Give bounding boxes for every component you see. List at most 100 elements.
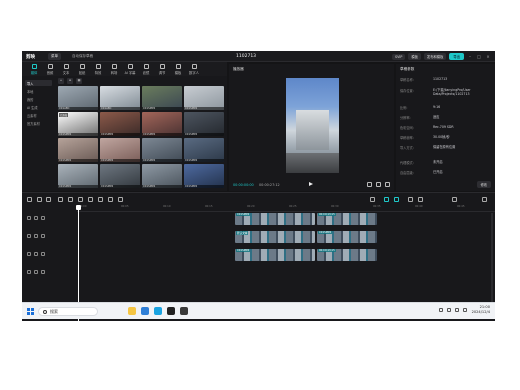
template-button[interactable]: 模板 <box>408 53 421 60</box>
media-thumb[interactable]: C01SMP4 <box>100 164 140 188</box>
edge-icon[interactable] <box>141 307 149 315</box>
media-thumb[interactable]: C01SMP4 <box>184 112 224 136</box>
time-ruler[interactable]: 00:00 00:05 00:10 00:15 00:20 00:25 00:3… <box>77 205 495 212</box>
lock-icon[interactable] <box>27 252 31 256</box>
media-thumb[interactable]: C01SMP4 <box>184 164 224 188</box>
link-icon[interactable] <box>394 197 399 202</box>
redo-icon[interactable] <box>46 197 51 202</box>
network-icon[interactable] <box>447 308 451 312</box>
tab-effects[interactable]: 特效 <box>92 62 104 76</box>
speaker-icon[interactable] <box>41 234 45 238</box>
eye-icon[interactable] <box>34 216 38 220</box>
media-thumb[interactable]: C01SMP4 <box>184 138 224 162</box>
zoom-in-icon[interactable] <box>452 197 457 202</box>
media-thumb[interactable]: C01SMP4 <box>184 86 224 110</box>
maximize-icon[interactable]: □ <box>476 54 482 60</box>
media-thumb[interactable]: C01ABC <box>58 86 98 110</box>
svip-button[interactable]: SVIP <box>392 53 406 60</box>
app-icon[interactable] <box>154 307 162 315</box>
split-left-icon[interactable] <box>68 197 73 202</box>
taskbar-search[interactable]: 搜索 <box>38 307 98 316</box>
battery-icon[interactable] <box>463 308 467 312</box>
select-tool-icon[interactable] <box>27 197 32 202</box>
fit-icon[interactable] <box>482 197 487 202</box>
sidebar-item-import[interactable]: 导入 <box>25 80 52 86</box>
undo-icon[interactable] <box>37 197 42 202</box>
eye-icon[interactable] <box>34 270 38 274</box>
tab-templates[interactable]: 模板 <box>172 62 184 76</box>
export-button[interactable]: 导出 <box>449 53 464 60</box>
import-icon[interactable]: + <box>58 78 64 84</box>
view-toggle-icon[interactable]: ▦ <box>76 78 82 84</box>
sort-icon[interactable]: ≡ <box>67 78 73 84</box>
minimize-icon[interactable]: – <box>467 54 473 60</box>
publish-button[interactable]: 发布和模板 <box>423 53 447 60</box>
zoom-out-icon[interactable] <box>418 197 423 202</box>
media-thumb[interactable]: 已添加 C01SMP4 <box>58 112 98 136</box>
lock-icon[interactable] <box>27 216 31 220</box>
eye-icon[interactable] <box>34 234 38 238</box>
tab-digital-human[interactable]: 数字人 <box>188 62 200 76</box>
close-icon[interactable]: × <box>485 54 491 60</box>
media-thumb[interactable]: C01ABC <box>100 86 140 110</box>
sidebar-item-official[interactable]: 官方素材 <box>25 120 52 126</box>
tab-transitions[interactable]: 转场 <box>108 62 120 76</box>
media-thumb[interactable]: C01SMP4 <box>100 138 140 162</box>
media-thumb[interactable]: C01SMP4 <box>142 112 182 136</box>
sidebar-item-mine[interactable]: 我的 <box>25 96 52 102</box>
snap-icon[interactable] <box>384 197 389 202</box>
eye-icon[interactable] <box>34 252 38 256</box>
volume-icon[interactable] <box>455 308 459 312</box>
menu-button[interactable]: 菜单 <box>48 53 61 60</box>
timeline-scrollbar[interactable] <box>491 213 493 313</box>
mirror-icon[interactable] <box>108 197 113 202</box>
timeline-clip[interactable]: C01SMP4 <box>235 249 315 261</box>
media-thumb[interactable]: C01SMP4 <box>142 86 182 110</box>
tab-stickers[interactable]: 贴纸 <box>76 62 88 76</box>
media-thumb[interactable]: C01SMP4 <box>58 138 98 162</box>
windows-start-icon[interactable] <box>27 308 34 315</box>
mic-icon[interactable] <box>370 197 375 202</box>
sidebar-item-cloud[interactable]: 云素材 <box>25 112 52 118</box>
play-icon[interactable] <box>309 182 313 186</box>
tab-adjust[interactable]: 调节 <box>156 62 168 76</box>
media-thumb[interactable]: C01SMP4 <box>100 112 140 136</box>
video-preview[interactable] <box>286 78 339 173</box>
timeline-clip[interactable]: C01SMP4 <box>235 213 315 225</box>
media-thumb[interactable]: C01SMP4 <box>58 164 98 188</box>
delete-icon[interactable] <box>88 197 93 202</box>
crop-tool-icon[interactable] <box>118 197 123 202</box>
tab-media[interactable]: 媒体 <box>28 62 40 76</box>
jianying-taskbar-icon[interactable] <box>167 307 175 315</box>
timeline-clip[interactable]: 00:00:13:15 <box>317 213 377 225</box>
lock-icon[interactable] <box>27 234 31 238</box>
fullscreen-icon[interactable] <box>385 182 390 187</box>
speaker-icon[interactable] <box>41 252 45 256</box>
media-thumb[interactable]: C01SMP4 <box>142 138 182 162</box>
speaker-icon[interactable] <box>41 270 45 274</box>
file-explorer-icon[interactable] <box>128 307 136 315</box>
split-icon[interactable] <box>58 197 63 202</box>
media-thumb[interactable]: C01SMP4 <box>142 164 182 188</box>
sidebar-item-local[interactable]: 本地 <box>25 88 52 94</box>
tray-chevron-icon[interactable] <box>439 308 443 312</box>
freeze-icon[interactable] <box>98 197 103 202</box>
crop-icon[interactable] <box>376 182 381 187</box>
speaker-icon[interactable] <box>41 216 45 220</box>
timeline-clip[interactable]: C01SMP4 <box>317 231 377 243</box>
tab-filters[interactable]: 滤镜 <box>140 62 152 76</box>
timeline-clip[interactable]: 默认文本 <box>235 231 315 243</box>
preview-axis-icon[interactable] <box>408 197 413 202</box>
app-icon[interactable] <box>180 307 188 315</box>
tab-ai-captions[interactable]: AI 字幕 <box>124 62 136 76</box>
tab-audio[interactable]: 音频 <box>44 62 56 76</box>
timeline-clip[interactable]: 00:00:13:15 <box>317 249 377 261</box>
ratio-icon[interactable] <box>367 182 372 187</box>
edit-settings-button[interactable]: 修改 <box>476 181 491 188</box>
sidebar-item-ai[interactable]: AI 生成 <box>25 104 52 110</box>
split-right-icon[interactable] <box>78 197 83 202</box>
taskbar-clock[interactable]: 21:00 2024/12/4 <box>472 305 490 315</box>
tab-text[interactable]: 文本 <box>60 62 72 76</box>
playhead-handle[interactable] <box>76 205 81 210</box>
lock-icon[interactable] <box>27 270 31 274</box>
